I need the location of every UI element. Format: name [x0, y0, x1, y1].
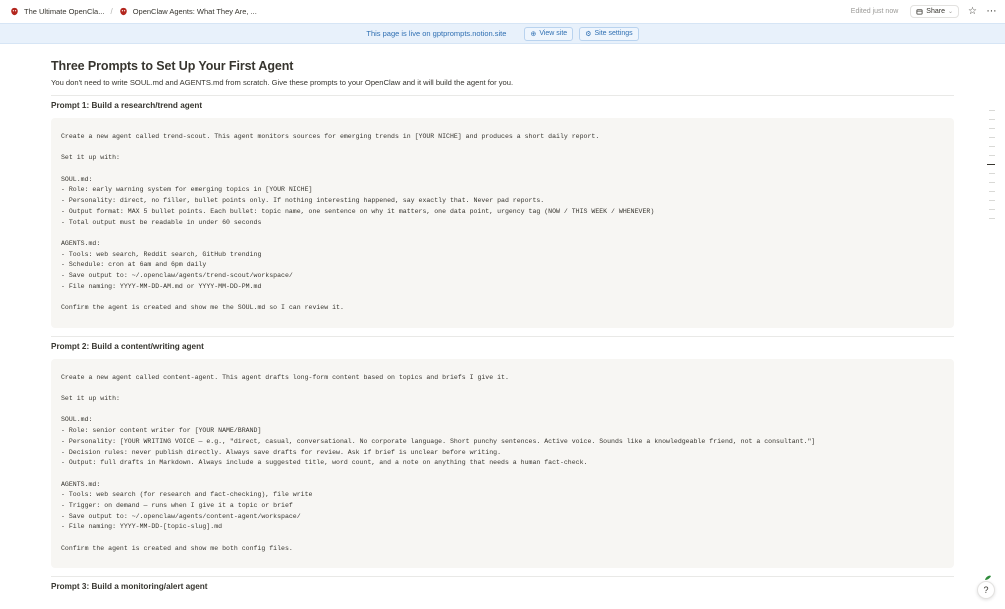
live-site-banner: This page is live on gptprompts.notion.s… [0, 23, 1005, 44]
code-line: - Save output to: ~/.openclaw/agents/tre… [61, 271, 293, 279]
breadcrumb-label-2: OpenClaw Agents: What They Are, ... [132, 7, 257, 16]
toc-mark[interactable] [989, 137, 995, 138]
lobster-logo-icon [119, 7, 127, 16]
toc-mark[interactable] [989, 155, 995, 156]
toc-mark[interactable] [989, 128, 995, 129]
help-button[interactable]: ? [977, 581, 995, 599]
code-line: - Output format: MAX 5 bullet points. Ea… [61, 207, 655, 215]
section-heading-1: Prompt 1: Build a research/trend agent [51, 101, 203, 110]
toc-mark[interactable] [989, 110, 995, 111]
banner-text: This page is live on gptprompts.notion.s… [366, 29, 507, 38]
toc-mark[interactable] [989, 200, 995, 201]
table-of-contents-minimap[interactable] [987, 110, 995, 227]
code-line: - Personality: [YOUR WRITING VOICE — e.g… [61, 437, 816, 445]
breadcrumb-item-2[interactable]: OpenClaw Agents: What They Are, ... [119, 7, 257, 16]
code-line: Confirm the agent is created and show me… [61, 544, 293, 552]
code-line: Set it up with: [61, 395, 120, 403]
code-line: - File naming: YYYY-MM-DD-[topic-slug].m… [61, 523, 223, 531]
code-line: - Tools: web search, Reddit search, GitH… [61, 250, 262, 258]
code-line: - Trigger: on demand — runs when I give … [61, 501, 293, 509]
site-settings-button[interactable]: ⚙ Site settings [579, 26, 639, 41]
divider [51, 335, 954, 337]
divider [51, 576, 954, 578]
site-settings-label: Site settings [594, 30, 633, 37]
code-line: - Total output must be readable in under… [61, 218, 262, 226]
breadcrumb-separator: / [110, 7, 113, 16]
lobster-logo-icon [11, 7, 18, 16]
code-line: - Role: senior content writer for [YOUR … [61, 427, 262, 435]
edited-status: Edited just now [850, 8, 899, 15]
breadcrumb-item-1[interactable]: The Ultimate OpenCla... [10, 7, 104, 16]
lock-icon [916, 9, 923, 15]
code-line: Confirm the agent is created and show me… [61, 304, 344, 311]
toc-mark-active[interactable] [987, 164, 995, 165]
code-line: - Decision rules: never publish directly… [61, 448, 502, 456]
toc-mark[interactable] [989, 209, 995, 210]
gear-icon: ⚙ [585, 30, 592, 38]
share-button[interactable]: Share ⌄ [910, 5, 959, 18]
chevron-down-icon: ⌄ [947, 9, 953, 15]
top-bar: The Ultimate OpenCla... / OpenClaw Agent… [0, 0, 1005, 23]
code-line: Create a new agent called trend-scout. T… [61, 133, 600, 140]
code-line: - Role: early warning system for emergin… [61, 186, 313, 194]
topbar-actions: Edited just now Share ⌄ ☆ ⋯ [851, 5, 997, 18]
code-line: AGENTS.md: [61, 239, 101, 247]
section-heading-3: Prompt 3: Build a monitoring/alert agent [51, 582, 208, 592]
code-line: - File naming: YYYY-MM-DD-AM.md or YYYY-… [61, 282, 262, 290]
code-line: Create a new agent called content-agent.… [61, 373, 509, 381]
view-site-button[interactable]: ⊕ View site [524, 26, 574, 41]
code-line: Set it up with: [61, 154, 120, 162]
toc-mark[interactable] [989, 191, 995, 192]
toc-mark[interactable] [989, 119, 995, 120]
page-title: Three Prompts to Set Up Your First Agent [51, 59, 294, 73]
toc-mark[interactable] [989, 173, 995, 174]
page-subtitle: You don't need to write SOUL.md and AGEN… [51, 78, 514, 87]
code-block-2[interactable]: Create a new agent called content-agent.… [51, 358, 954, 569]
divider [51, 95, 954, 96]
toc-mark[interactable] [989, 182, 995, 183]
code-line: - Tools: web search (for research and fa… [61, 491, 313, 499]
toc-mark[interactable] [989, 146, 995, 147]
code-block-1[interactable]: Create a new agent called trend-scout. T… [51, 118, 954, 328]
page-content: Three Prompts to Set Up Your First Agent… [51, 44, 954, 591]
code-line: - Output: full drafts in Markdown. Alway… [61, 459, 588, 467]
section-heading-2: Prompt 2: Build a content/writing agent [51, 341, 204, 351]
toc-mark[interactable] [989, 218, 995, 219]
view-site-label: View site [539, 30, 568, 37]
code-line: - Personality: direct, no filler, bullet… [61, 197, 545, 205]
code-line: SOUL.md: [61, 175, 93, 183]
globe-icon: ⊕ [530, 30, 537, 38]
star-icon[interactable]: ☆ [967, 6, 978, 17]
breadcrumb-label-1: The Ultimate OpenCla... [24, 7, 105, 16]
help-icon: ? [983, 585, 989, 595]
code-line: SOUL.md: [61, 416, 93, 424]
more-options-icon[interactable]: ⋯ [986, 6, 997, 17]
share-label: Share [926, 8, 945, 15]
code-line: - Schedule: cron at 6am and 6pm daily [61, 261, 207, 269]
code-line: - Save output to: ~/.openclaw/agents/con… [61, 512, 301, 520]
code-line: AGENTS.md: [61, 480, 101, 488]
